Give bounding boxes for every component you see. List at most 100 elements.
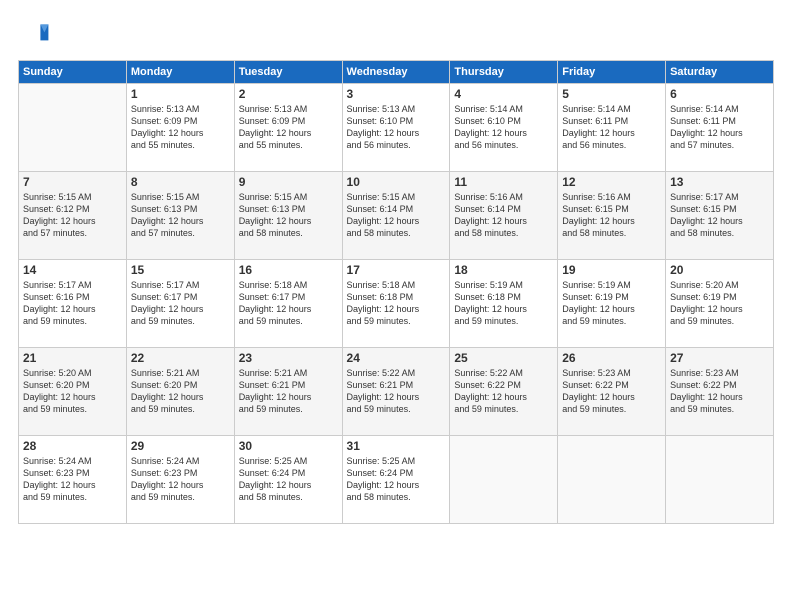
logo-icon	[18, 18, 50, 50]
day-cell	[19, 84, 127, 172]
day-cell: 5 Sunrise: 5:14 AM Sunset: 6:11 PM Daylig…	[558, 84, 666, 172]
day-cell: 31 Sunrise: 5:25 AM Sunset: 6:24 PM Dayli…	[342, 436, 450, 524]
day-info: Sunrise: 5:18 AM Sunset: 6:18 PM Dayligh…	[347, 279, 446, 328]
day-info: Sunrise: 5:25 AM Sunset: 6:24 PM Dayligh…	[239, 455, 338, 504]
week-row-3: 14 Sunrise: 5:17 AM Sunset: 6:16 PM Dayli…	[19, 260, 774, 348]
day-number: 29	[131, 439, 230, 453]
day-number: 5	[562, 87, 661, 101]
day-number: 2	[239, 87, 338, 101]
day-cell: 21Sunrise: 5:20 AM Sunset: 6:20 PM Dayli…	[19, 348, 127, 436]
day-number: 25	[454, 351, 553, 365]
day-cell: 13Sunrise: 5:17 AM Sunset: 6:15 PM Dayli…	[666, 172, 774, 260]
day-cell: 3 Sunrise: 5:13 AM Sunset: 6:10 PM Daylig…	[342, 84, 450, 172]
day-number: 9	[239, 175, 338, 189]
day-cell: 15 Sunrise: 5:17 AM Sunset: 6:17 PM Dayli…	[126, 260, 234, 348]
day-info: Sunrise: 5:25 AM Sunset: 6:24 PM Dayligh…	[347, 455, 446, 504]
day-cell: 27Sunrise: 5:23 AM Sunset: 6:22 PM Dayli…	[666, 348, 774, 436]
day-cell: 17 Sunrise: 5:18 AM Sunset: 6:18 PM Dayli…	[342, 260, 450, 348]
header	[18, 18, 774, 50]
day-info: Sunrise: 5:14 AM Sunset: 6:11 PM Dayligh…	[670, 103, 769, 152]
day-cell: 30 Sunrise: 5:25 AM Sunset: 6:24 PM Dayli…	[234, 436, 342, 524]
day-cell	[450, 436, 558, 524]
day-number: 16	[239, 263, 338, 277]
day-number: 10	[347, 175, 446, 189]
day-number: 26	[562, 351, 661, 365]
day-number: 22	[131, 351, 230, 365]
weekday-thursday: Thursday	[450, 61, 558, 84]
day-cell: 16 Sunrise: 5:18 AM Sunset: 6:17 PM Dayli…	[234, 260, 342, 348]
day-info: Sunrise: 5:20 AM Sunset: 6:20 PM Dayligh…	[23, 367, 122, 416]
day-number: 3	[347, 87, 446, 101]
day-cell: 23 Sunrise: 5:21 AM Sunset: 6:21 PM Dayli…	[234, 348, 342, 436]
day-info: Sunrise: 5:13 AM Sunset: 6:10 PM Dayligh…	[347, 103, 446, 152]
day-number: 18	[454, 263, 553, 277]
day-cell: 10 Sunrise: 5:15 AM Sunset: 6:14 PM Dayli…	[342, 172, 450, 260]
day-info: Sunrise: 5:14 AM Sunset: 6:10 PM Dayligh…	[454, 103, 553, 152]
day-info: Sunrise: 5:23 AM Sunset: 6:22 PM Dayligh…	[670, 367, 769, 416]
day-info: Sunrise: 5:24 AM Sunset: 6:23 PM Dayligh…	[23, 455, 122, 504]
day-number: 17	[347, 263, 446, 277]
day-number: 1	[131, 87, 230, 101]
day-info: Sunrise: 5:19 AM Sunset: 6:19 PM Dayligh…	[562, 279, 661, 328]
day-number: 13	[670, 175, 769, 189]
week-row-5: 28Sunrise: 5:24 AM Sunset: 6:23 PM Dayli…	[19, 436, 774, 524]
weekday-header-row: SundayMondayTuesdayWednesdayThursdayFrid…	[19, 61, 774, 84]
day-info: Sunrise: 5:15 AM Sunset: 6:13 PM Dayligh…	[131, 191, 230, 240]
week-row-1: 1 Sunrise: 5:13 AM Sunset: 6:09 PM Daylig…	[19, 84, 774, 172]
day-cell: 7 Sunrise: 5:15 AM Sunset: 6:12 PM Daylig…	[19, 172, 127, 260]
day-cell: 25 Sunrise: 5:22 AM Sunset: 6:22 PM Dayli…	[450, 348, 558, 436]
day-cell: 1 Sunrise: 5:13 AM Sunset: 6:09 PM Daylig…	[126, 84, 234, 172]
day-cell: 29 Sunrise: 5:24 AM Sunset: 6:23 PM Dayli…	[126, 436, 234, 524]
day-info: Sunrise: 5:15 AM Sunset: 6:12 PM Dayligh…	[23, 191, 122, 240]
day-info: Sunrise: 5:13 AM Sunset: 6:09 PM Dayligh…	[131, 103, 230, 152]
day-info: Sunrise: 5:18 AM Sunset: 6:17 PM Dayligh…	[239, 279, 338, 328]
day-cell	[558, 436, 666, 524]
day-cell: 9 Sunrise: 5:15 AM Sunset: 6:13 PM Daylig…	[234, 172, 342, 260]
day-cell: 19 Sunrise: 5:19 AM Sunset: 6:19 PM Dayli…	[558, 260, 666, 348]
day-cell: 12Sunrise: 5:16 AM Sunset: 6:15 PM Dayli…	[558, 172, 666, 260]
day-info: Sunrise: 5:14 AM Sunset: 6:11 PM Dayligh…	[562, 103, 661, 152]
day-info: Sunrise: 5:13 AM Sunset: 6:09 PM Dayligh…	[239, 103, 338, 152]
day-number: 19	[562, 263, 661, 277]
day-info: Sunrise: 5:16 AM Sunset: 6:14 PM Dayligh…	[454, 191, 553, 240]
day-cell: 20Sunrise: 5:20 AM Sunset: 6:19 PM Dayli…	[666, 260, 774, 348]
day-info: Sunrise: 5:24 AM Sunset: 6:23 PM Dayligh…	[131, 455, 230, 504]
day-number: 7	[23, 175, 122, 189]
day-cell: 24Sunrise: 5:22 AM Sunset: 6:21 PM Dayli…	[342, 348, 450, 436]
day-info: Sunrise: 5:23 AM Sunset: 6:22 PM Dayligh…	[562, 367, 661, 416]
day-info: Sunrise: 5:17 AM Sunset: 6:16 PM Dayligh…	[23, 279, 122, 328]
day-number: 12	[562, 175, 661, 189]
day-cell	[666, 436, 774, 524]
day-number: 14	[23, 263, 122, 277]
day-number: 23	[239, 351, 338, 365]
day-info: Sunrise: 5:15 AM Sunset: 6:14 PM Dayligh…	[347, 191, 446, 240]
page: SundayMondayTuesdayWednesdayThursdayFrid…	[0, 0, 792, 612]
day-number: 30	[239, 439, 338, 453]
day-info: Sunrise: 5:21 AM Sunset: 6:20 PM Dayligh…	[131, 367, 230, 416]
day-info: Sunrise: 5:15 AM Sunset: 6:13 PM Dayligh…	[239, 191, 338, 240]
day-cell: 22 Sunrise: 5:21 AM Sunset: 6:20 PM Dayli…	[126, 348, 234, 436]
day-number: 15	[131, 263, 230, 277]
day-number: 4	[454, 87, 553, 101]
day-info: Sunrise: 5:21 AM Sunset: 6:21 PM Dayligh…	[239, 367, 338, 416]
day-cell: 18 Sunrise: 5:19 AM Sunset: 6:18 PM Dayli…	[450, 260, 558, 348]
day-cell: 4 Sunrise: 5:14 AM Sunset: 6:10 PM Daylig…	[450, 84, 558, 172]
weekday-monday: Monday	[126, 61, 234, 84]
weekday-sunday: Sunday	[19, 61, 127, 84]
day-cell: 8Sunrise: 5:15 AM Sunset: 6:13 PM Daylig…	[126, 172, 234, 260]
week-row-4: 21Sunrise: 5:20 AM Sunset: 6:20 PM Dayli…	[19, 348, 774, 436]
logo	[18, 18, 54, 50]
day-cell: 2 Sunrise: 5:13 AM Sunset: 6:09 PM Daylig…	[234, 84, 342, 172]
day-cell: 6Sunrise: 5:14 AM Sunset: 6:11 PM Daylig…	[666, 84, 774, 172]
day-info: Sunrise: 5:19 AM Sunset: 6:18 PM Dayligh…	[454, 279, 553, 328]
weekday-saturday: Saturday	[666, 61, 774, 84]
day-number: 24	[347, 351, 446, 365]
day-number: 31	[347, 439, 446, 453]
weekday-wednesday: Wednesday	[342, 61, 450, 84]
day-info: Sunrise: 5:17 AM Sunset: 6:17 PM Dayligh…	[131, 279, 230, 328]
calendar-table: SundayMondayTuesdayWednesdayThursdayFrid…	[18, 60, 774, 524]
weekday-tuesday: Tuesday	[234, 61, 342, 84]
day-info: Sunrise: 5:22 AM Sunset: 6:22 PM Dayligh…	[454, 367, 553, 416]
day-number: 20	[670, 263, 769, 277]
weekday-friday: Friday	[558, 61, 666, 84]
